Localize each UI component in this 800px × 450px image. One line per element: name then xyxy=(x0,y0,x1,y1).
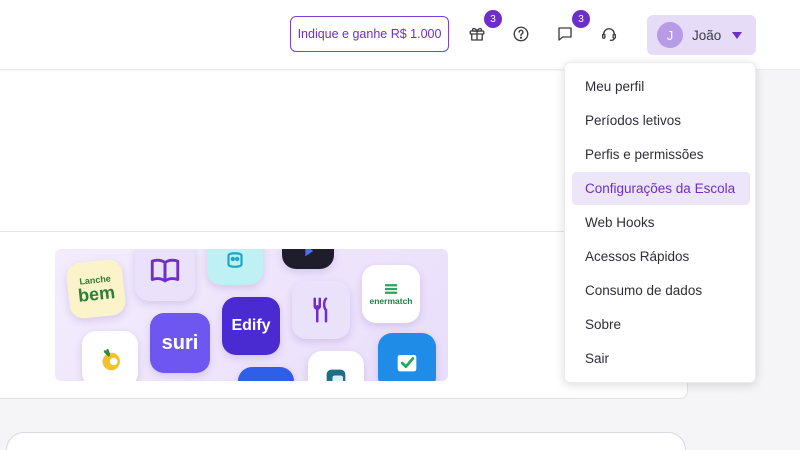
fork-knife-icon xyxy=(313,297,328,323)
content-card-bottom xyxy=(6,432,686,450)
apps-banner[interactable]: Lanche bem suri Edify enermatch xyxy=(55,249,448,381)
gift-icon xyxy=(469,27,485,41)
menu-item-consumo-dados[interactable]: Consumo de dados xyxy=(572,274,750,307)
gift-button[interactable] xyxy=(465,22,489,46)
menu-item-acessos-rapidos[interactable]: Acessos Rápidos xyxy=(572,240,750,273)
book-icon xyxy=(150,258,180,283)
menu-item-web-hooks[interactable]: Web Hooks xyxy=(572,206,750,239)
app-lanche-bem-logo: Lanche bem xyxy=(65,258,127,320)
blue-app-logo xyxy=(238,367,294,381)
mascot-app-logo xyxy=(207,249,263,285)
play-icon xyxy=(305,249,314,257)
fruit-icon xyxy=(102,349,120,371)
support-button[interactable] xyxy=(597,22,621,46)
caret-down-icon xyxy=(732,31,743,39)
check-icon xyxy=(397,355,417,372)
user-dropdown-menu: Meu perfil Períodos letivos Perfis e per… xyxy=(564,62,756,383)
help-icon xyxy=(513,26,529,42)
help-button[interactable] xyxy=(509,22,533,46)
play-app-logo xyxy=(282,249,334,269)
gift-badge: 3 xyxy=(484,10,502,28)
avatar: J xyxy=(657,22,683,48)
menu-item-sobre[interactable]: Sobre xyxy=(572,308,750,341)
user-name: João xyxy=(692,27,722,43)
check-app-logo xyxy=(378,333,436,381)
user-menu-button[interactable]: J João xyxy=(647,15,756,55)
chat-badge: 3 xyxy=(572,10,590,28)
teal-app-logo xyxy=(308,351,364,381)
menu-item-meu-perfil[interactable]: Meu perfil xyxy=(572,70,750,103)
mascot-icon xyxy=(227,252,243,268)
app-enermatch-label: enermatch xyxy=(369,296,413,306)
chat-button[interactable] xyxy=(553,22,577,46)
menu-item-periodos-letivos[interactable]: Períodos letivos xyxy=(572,104,750,137)
food-app-logo xyxy=(292,281,350,339)
top-bar: Indique e ganhe R$ 1.000 3 3 J João xyxy=(0,0,800,70)
menu-item-perfis-permissoes[interactable]: Perfis e permissões xyxy=(572,138,750,171)
app-edify-label: Edify xyxy=(231,317,271,334)
referral-button[interactable]: Indique e ganhe R$ 1.000 xyxy=(290,16,449,52)
chat-icon xyxy=(558,27,572,41)
fruit-app-logo xyxy=(82,331,138,381)
book-app-logo xyxy=(135,249,195,301)
app-suri-label: suri xyxy=(161,331,199,354)
menu-item-sair[interactable]: Sair xyxy=(572,342,750,375)
app-lanche-bem-line2: bem xyxy=(77,281,116,306)
app-suri-logo: suri xyxy=(150,313,210,373)
cube-icon xyxy=(326,369,346,381)
enermatch-mark-icon xyxy=(385,284,397,294)
menu-item-configuracoes-escola[interactable]: Configurações da Escola xyxy=(572,172,750,205)
app-enermatch-logo: enermatch xyxy=(362,265,420,323)
app-edify-logo: Edify xyxy=(222,297,280,355)
headset-icon xyxy=(601,28,617,42)
